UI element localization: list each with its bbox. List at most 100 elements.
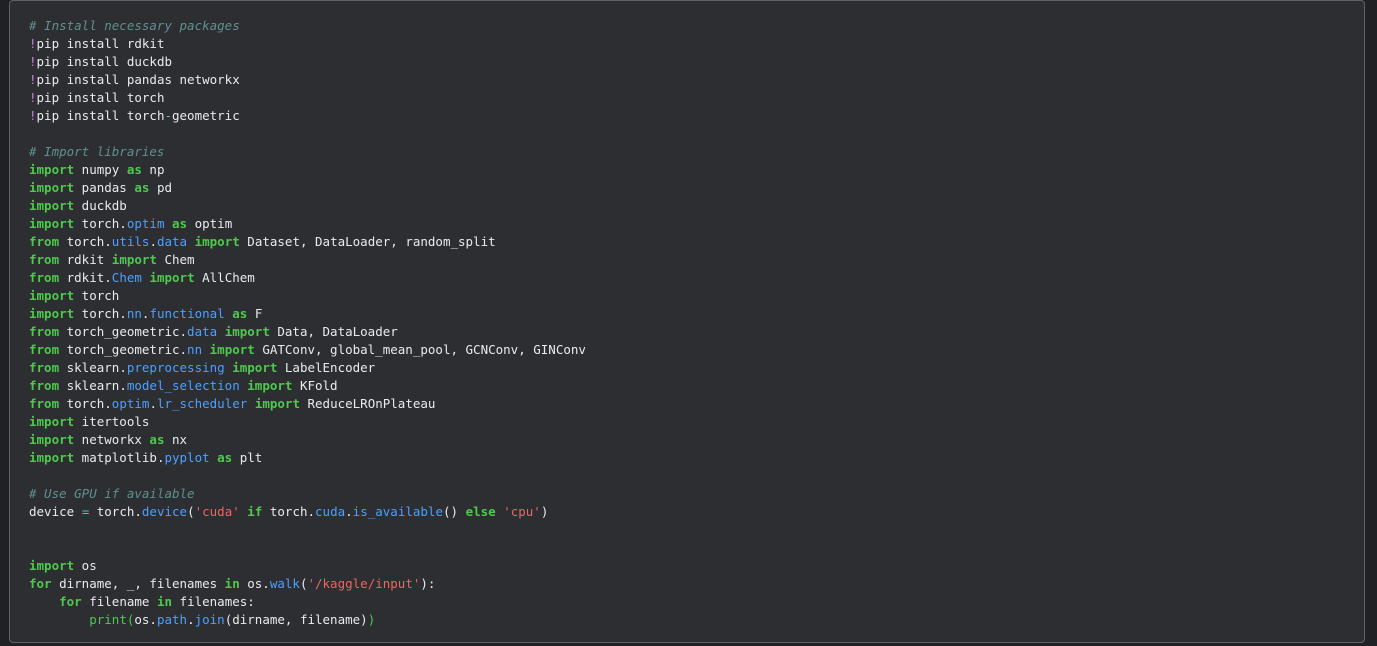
code-token-kw: for [59, 594, 82, 609]
code-token-text: matplotlib. [74, 450, 165, 465]
code-token-text: ) [540, 504, 549, 519]
code-token-kw: as [149, 432, 165, 447]
code-token-kw: import [29, 162, 75, 177]
code-line: from torch.optim.lr_scheduler import Red… [29, 395, 586, 413]
code-line: import os [29, 557, 586, 575]
code-token-mod: model_selection [126, 378, 240, 393]
code-token-text: pandas [74, 180, 135, 195]
code-token-kw: import [209, 342, 255, 357]
code-line: print(os.path.join(dirname, filename)) [29, 611, 586, 629]
code-line: import duckdb [29, 197, 586, 215]
code-token-text: pip install duckdb [36, 54, 172, 69]
code-token-kw: import [232, 360, 278, 375]
code-token-text: device [29, 504, 82, 519]
code-line: import itertools [29, 413, 586, 431]
code-token-kw: from [29, 270, 60, 285]
code-token-kw: import [29, 432, 75, 447]
code-line: from torch.utils.data import Dataset, Da… [29, 233, 586, 251]
code-token-kw: from [29, 396, 60, 411]
code-token-kw: from [29, 234, 60, 249]
code-token-text: itertools [74, 414, 150, 429]
code-token-text: torch. [59, 396, 112, 411]
code-token-text: torch. [262, 504, 316, 519]
code-token-bang: ! [29, 108, 37, 123]
code-token-mod: Chem [111, 270, 142, 285]
code-line: for filename in filenames: [29, 593, 586, 611]
code-line: from rdkit.Chem import AllChem [29, 269, 586, 287]
code-token-kw: import [29, 180, 75, 195]
code-token-kw: import [29, 450, 75, 465]
code-token-builtin: print( [89, 612, 135, 627]
code-line: from sklearn.preprocessing import LabelE… [29, 359, 586, 377]
code-token-fn: walk [269, 576, 300, 591]
code-token-mod: utils [111, 234, 150, 249]
code-line: import torch [29, 287, 586, 305]
code-token-text: torch. [74, 216, 127, 231]
code-token-text: torch. [89, 504, 142, 519]
code-token-text: ReduceLROnPlateau [299, 396, 436, 411]
code-token-mod: pyplot [164, 450, 210, 465]
code-cell[interactable]: # Install necessary packages !pip install… [9, 0, 1365, 643]
code-line: from torch_geometric.nn import GATConv, … [29, 341, 586, 359]
code-token-text: pd [149, 180, 173, 195]
code-token-mod: optim [126, 216, 165, 231]
code-line: import pandas as pd [29, 179, 586, 197]
code-token-text: plt [232, 450, 263, 465]
code-token-text: pip install rdkit [36, 36, 165, 51]
code-token-bang: ! [29, 90, 37, 105]
code-token-text: duckdb [74, 198, 127, 213]
code-token-kw: import [254, 396, 300, 411]
code-token-text: pip install torch [36, 90, 165, 105]
code-token-bang: ! [29, 54, 37, 69]
code-token-text: torch_geometric. [59, 324, 188, 339]
code-token-kw: from [29, 378, 60, 393]
code-token-text: filename [81, 594, 157, 609]
code-token-text: torch. [74, 306, 127, 321]
code-token-kw: import [111, 252, 157, 267]
code-token-mod: path [156, 612, 188, 627]
code-token-text: pip install torch [36, 108, 165, 123]
code-token-text: torch_geometric. [59, 342, 188, 357]
code-token-kw: import [29, 288, 75, 303]
code-token-text: ( [187, 504, 195, 519]
code-token-comment: # Use GPU if available [29, 486, 195, 501]
code-token-mod: data [156, 234, 188, 249]
code-token-str: 'cpu' [503, 504, 541, 519]
code-line: import networkx as nx [29, 431, 586, 449]
code-token-text: Data, DataLoader [269, 324, 398, 339]
code-token-kw: import [224, 324, 270, 339]
code-token-text: numpy [74, 162, 127, 177]
code-token-text: . [149, 396, 157, 411]
code-token-text: . [345, 504, 353, 519]
code-token-kw: as [217, 450, 233, 465]
code-token-kw: as [232, 306, 248, 321]
code-token-op: - [164, 108, 172, 123]
code-token-text: networkx [74, 432, 150, 447]
code-line: from torch_geometric.data import Data, D… [29, 323, 586, 341]
code-line: import torch.optim as optim [29, 215, 586, 233]
code-token-text: filenames: [172, 594, 255, 609]
code-token-comment: # Import libraries [29, 144, 165, 159]
code-token-kw: else [465, 504, 496, 519]
code-token-kw: as [126, 162, 142, 177]
code-line: import torch.nn.functional as F [29, 305, 586, 323]
code-line: # Install necessary packages [29, 17, 586, 35]
code-line: !pip install torch-geometric [29, 107, 586, 125]
code-token-text: Dataset, DataLoader, random_split [239, 234, 496, 249]
code-line: import matplotlib.pyplot as plt [29, 449, 586, 467]
code-token-mod: functional [149, 306, 225, 321]
code-token-mod: optim [111, 396, 150, 411]
code-editor[interactable]: # Install necessary packages !pip install… [29, 17, 586, 629]
code-token-kw: import [29, 198, 75, 213]
code-token-bang: ! [29, 36, 37, 51]
code-token-str: 'cuda' [194, 504, 240, 519]
code-token-kw: in [156, 594, 173, 609]
code-line: import numpy as np [29, 161, 586, 179]
